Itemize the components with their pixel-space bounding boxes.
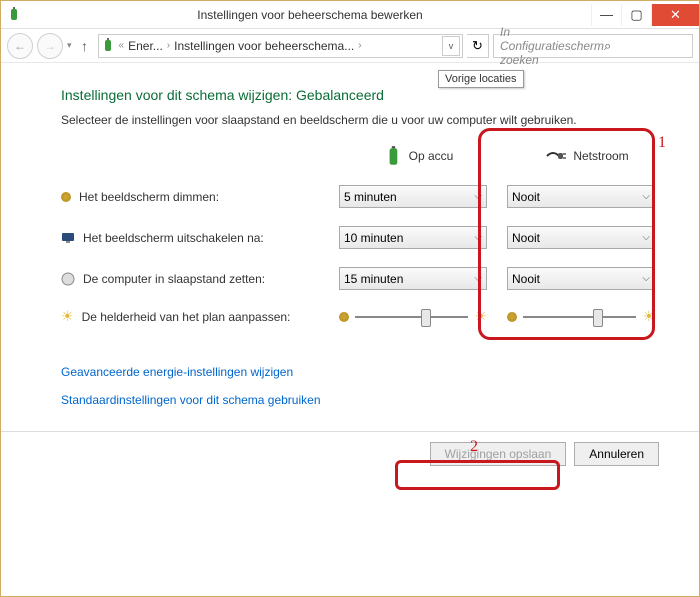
battery-icon: [101, 38, 117, 54]
navbar: ← → ▾ ↑ « Ener... › Instellingen voor be…: [1, 29, 699, 63]
column-header-battery: Op accu: [339, 145, 499, 167]
recent-locations-dropdown[interactable]: ▾: [67, 40, 72, 51]
close-button[interactable]: ✕: [651, 4, 699, 26]
off-battery-select[interactable]: 10 minuten⌵: [339, 226, 487, 249]
window-title: Instellingen voor beheerschema bewerken: [29, 8, 591, 22]
row-sleep-label: De computer in slaapstand zetten:: [61, 272, 331, 286]
cancel-button[interactable]: Annuleren: [574, 442, 659, 466]
search-placeholder: In Configuratiescherm zoeken: [500, 25, 604, 67]
chevron-down-icon: ⌵: [642, 273, 650, 284]
refresh-button[interactable]: ↻: [467, 34, 489, 58]
chevron-right-icon: ›: [165, 40, 172, 51]
sun-high-icon: ☀: [642, 308, 655, 325]
moon-icon: [61, 272, 75, 286]
sun-low-icon: [507, 312, 517, 322]
battery-icon: [385, 145, 403, 167]
chevron-down-icon: ⌵: [474, 232, 482, 243]
chevron-right-icon: ›: [356, 40, 363, 51]
page-subtitle: Selecteer de instellingen voor slaapstan…: [61, 113, 659, 127]
search-icon: ⌕: [604, 38, 686, 54]
brightness-plugged-slider[interactable]: ☀: [507, 308, 655, 325]
breadcrumb-seg2[interactable]: Instellingen voor beheerschema...: [172, 39, 356, 53]
address-bar[interactable]: « Ener... › Instellingen voor beheersche…: [98, 34, 463, 58]
search-input[interactable]: In Configuratiescherm zoeken ⌕: [493, 34, 693, 58]
content-area: Instellingen voor dit schema wijzigen: G…: [1, 63, 699, 431]
sun-high-icon: ☀: [474, 308, 487, 325]
address-dropdown-button[interactable]: v: [442, 36, 460, 56]
monitor-icon: [61, 231, 75, 245]
chevron-down-icon: ⌵: [642, 232, 650, 243]
maximize-button[interactable]: ▢: [621, 4, 651, 26]
back-button[interactable]: ←: [7, 33, 33, 59]
link-advanced-settings[interactable]: Geavanceerde energie-instellingen wijzig…: [61, 365, 659, 379]
sleep-plugged-select[interactable]: Nooit⌵: [507, 267, 655, 290]
button-bar: Wijzigingen opslaan Annuleren: [1, 431, 699, 476]
annotation-label-2: 2: [470, 438, 478, 456]
link-restore-defaults[interactable]: Standaardinstellingen voor dit schema ge…: [61, 393, 659, 407]
column-header-plugged: Netstroom: [507, 148, 667, 164]
dim-icon: [61, 192, 71, 202]
sun-low-icon: [339, 312, 349, 322]
brightness-battery-slider[interactable]: ☀: [339, 308, 487, 325]
forward-button[interactable]: →: [37, 33, 63, 59]
up-button[interactable]: ↑: [76, 38, 94, 54]
row-brightness-label: ☀ De helderheid van het plan aanpassen:: [61, 308, 331, 325]
sleep-battery-select[interactable]: 15 minuten⌵: [339, 267, 487, 290]
app-icon: [1, 7, 29, 23]
dim-plugged-select[interactable]: Nooit⌵: [507, 185, 655, 208]
breadcrumb-seg1[interactable]: Ener...: [126, 39, 165, 53]
row-off-label: Het beeldscherm uitschakelen na:: [61, 231, 331, 245]
annotation-label-1: 1: [658, 134, 666, 152]
plug-icon: [545, 148, 567, 164]
chevron-down-icon: ⌵: [642, 191, 650, 202]
chevron-down-icon: ⌵: [474, 191, 482, 202]
save-button[interactable]: Wijzigingen opslaan: [430, 442, 567, 466]
chevron-icon: «: [117, 40, 127, 51]
minimize-button[interactable]: —: [591, 4, 621, 26]
dim-battery-select[interactable]: 5 minuten⌵: [339, 185, 487, 208]
chevron-down-icon: ⌵: [474, 273, 482, 284]
row-dim-label: Het beeldscherm dimmen:: [61, 190, 331, 204]
tooltip-previous-locations: Vorige locaties: [438, 70, 524, 88]
sun-icon: ☀: [61, 308, 74, 325]
off-plugged-select[interactable]: Nooit⌵: [507, 226, 655, 249]
page-title: Instellingen voor dit schema wijzigen: G…: [61, 87, 659, 103]
